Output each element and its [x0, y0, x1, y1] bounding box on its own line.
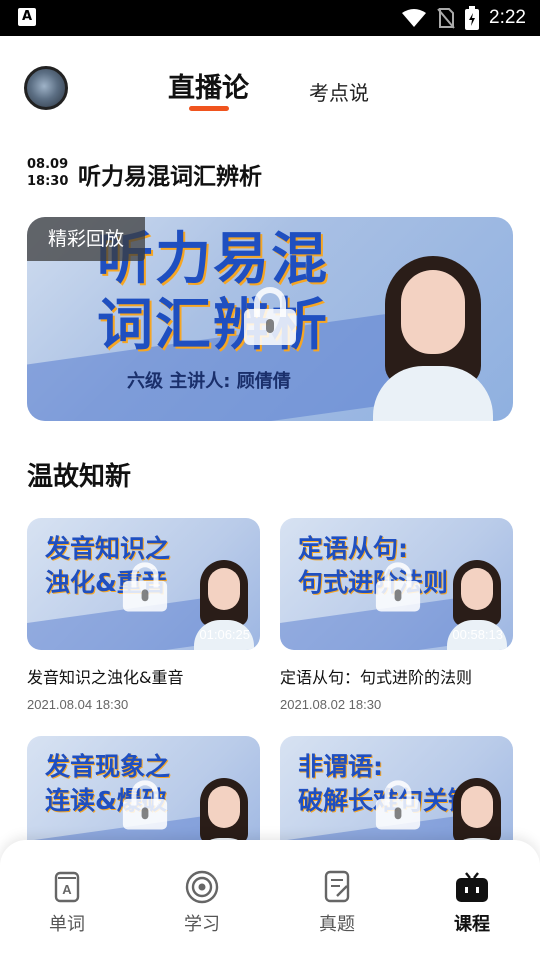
- bottom-nav: A 单词 学习 真题 课程: [0, 840, 540, 960]
- nav-item-courses[interactable]: 课程: [432, 870, 512, 936]
- nav-item-exams[interactable]: 真题: [297, 870, 377, 936]
- course-card[interactable]: 定语从句: 句式进阶法则 00:58:13 定语从句：句式进阶的法则 2021.…: [280, 518, 513, 712]
- battery-icon: [465, 6, 480, 30]
- live-time: 18:30: [27, 174, 69, 189]
- wifi-icon: [402, 9, 427, 27]
- course-card[interactable]: 发音知识之 浊化&重音 01:06:25 发音知识之浊化&重音 2021.08.…: [27, 518, 260, 712]
- course-thumbnail[interactable]: 定语从句: 句式进阶法则 00:58:13: [280, 518, 513, 650]
- nav-item-words[interactable]: A 单词: [27, 870, 107, 936]
- banner-lecturer: 六级 主讲人: 顾倩倩: [127, 371, 291, 392]
- status-icons: 2:22: [401, 0, 526, 36]
- review-section-title: 温故知新: [27, 462, 132, 492]
- lock-icon: [122, 780, 168, 830]
- target-icon: [185, 870, 219, 904]
- video-duration: 00:58:13: [452, 627, 503, 642]
- live-banner[interactable]: 听力易混 词汇辨析 六级 主讲人: 顾倩倩 精彩回放: [27, 217, 513, 421]
- live-date: 08.09: [27, 157, 69, 172]
- nav-label: 真题: [319, 914, 355, 935]
- lock-icon: [375, 562, 421, 612]
- active-tab-indicator: [189, 106, 229, 111]
- live-datetime: 08.09 18:30: [27, 156, 68, 190]
- exam-paper-icon: [320, 870, 354, 904]
- top-header: 直播论 考点说: [0, 36, 540, 128]
- user-avatar[interactable]: [24, 66, 68, 110]
- lock-icon: [375, 780, 421, 830]
- thumbnail-text: 定语从句: 句式进阶法则: [298, 534, 449, 597]
- lecturer-photo: [373, 236, 493, 421]
- course-thumbnail[interactable]: 发音知识之 浊化&重音 01:06:25: [27, 518, 260, 650]
- status-time: 2:22: [489, 7, 526, 28]
- status-bar: A 2:22: [0, 0, 540, 36]
- tv-icon: [455, 870, 489, 904]
- course-title[interactable]: 定语从句：句式进阶的法则: [280, 664, 513, 688]
- tab-exam-points[interactable]: 考点说: [309, 77, 369, 106]
- video-duration: 01:06:25: [199, 627, 250, 642]
- tab-live[interactable]: 直播论: [168, 66, 249, 105]
- notification-app-icon: A: [18, 8, 36, 26]
- course-date: 2021.08.02 18:30: [280, 697, 382, 712]
- lock-icon: [244, 287, 296, 345]
- replay-tag: 精彩回放: [27, 217, 145, 261]
- nav-item-study[interactable]: 学习: [162, 870, 242, 936]
- word-book-icon: A: [50, 870, 84, 904]
- nav-label: 单词: [49, 914, 85, 935]
- svg-text:A: A: [62, 882, 72, 897]
- live-title[interactable]: 听力易混词汇辨析: [78, 157, 262, 191]
- no-sim-icon: [437, 8, 455, 29]
- course-date: 2021.08.04 18:30: [27, 697, 129, 712]
- lock-icon: [122, 562, 168, 612]
- course-title[interactable]: 发音知识之浊化&重音: [27, 664, 260, 688]
- nav-label: 学习: [184, 914, 220, 935]
- nav-label: 课程: [454, 914, 490, 935]
